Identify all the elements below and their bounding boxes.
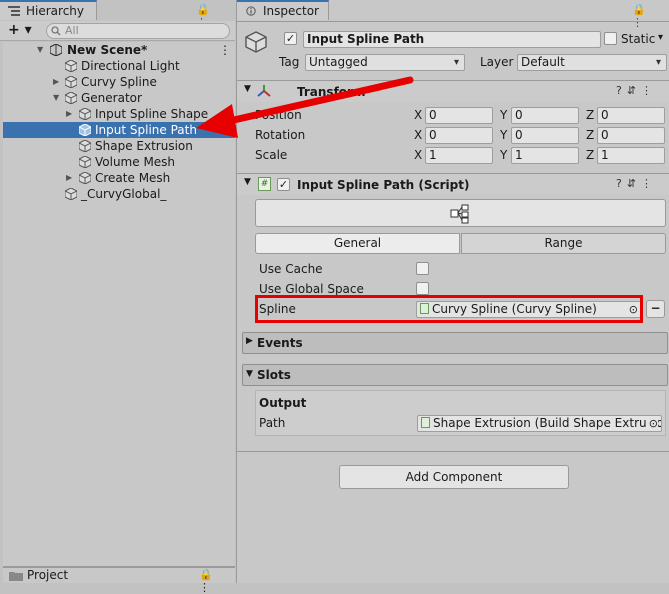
- annotation-arrow: [196, 76, 414, 138]
